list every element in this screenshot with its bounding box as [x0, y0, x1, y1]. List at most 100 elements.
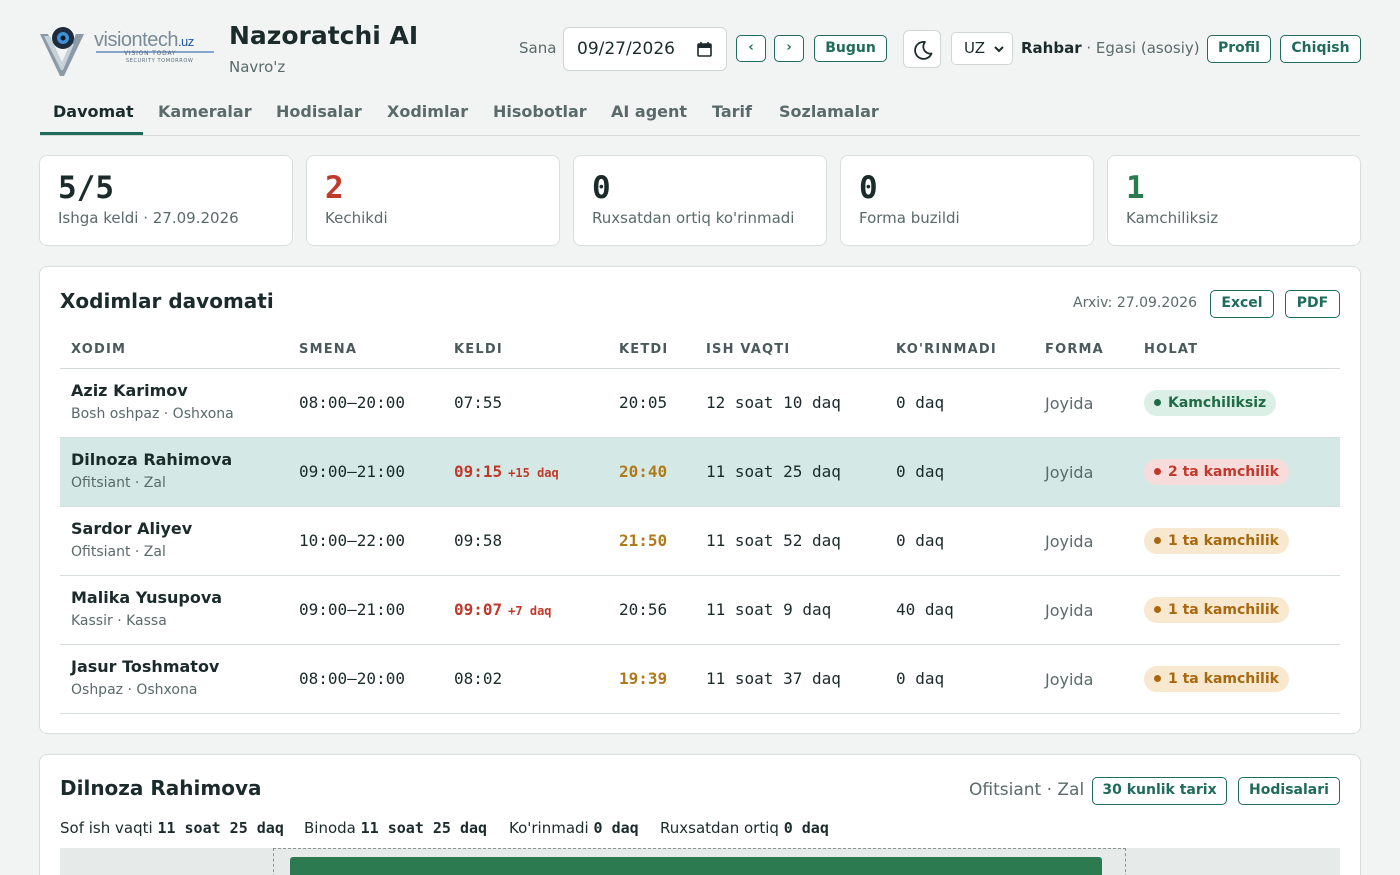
user-detail: · Egasi (asosiy)	[1081, 39, 1200, 57]
logout-button[interactable]: Chiqish	[1280, 35, 1361, 63]
shift-cell: 08:00–20:00	[299, 393, 405, 412]
shift-cell: 08:00–20:00	[299, 669, 405, 688]
presence-bar[interactable]	[290, 857, 1102, 875]
logo-tagline-1: VISION TODAY	[124, 50, 177, 57]
table-row[interactable]: Jasur Toshmatov Oshpaz · Oshxona 08:00–2…	[60, 645, 1340, 714]
employee-name: Dilnoza Rahimova	[71, 450, 233, 469]
today-button[interactable]: Bugun	[814, 35, 887, 62]
left-cell: 19:39	[619, 669, 668, 688]
theme-toggle-button[interactable]	[903, 30, 941, 68]
user-role: Rahbar	[1021, 39, 1082, 57]
column-header-work-time[interactable]: ISH VAQTI	[706, 342, 790, 357]
language-select[interactable]: UZ	[951, 32, 1013, 65]
stat-label: Kechikdi	[325, 209, 388, 227]
unseen-cell: 0 daq	[896, 462, 945, 481]
summary-net-work: Sof ish vaqti 11 soat 25 daq	[60, 819, 284, 837]
status-badge[interactable]: Kamchiliksiz	[1144, 390, 1277, 416]
column-header-status[interactable]: HOLAT	[1144, 342, 1198, 357]
status-badge[interactable]: 1 ta kamchilik	[1144, 597, 1289, 623]
status-badge[interactable]: 1 ta kamchilik	[1144, 528, 1289, 554]
main-tabs: Davomat Kameralar Hodisalar Xodimlar His…	[40, 92, 1360, 136]
employee-name: Malika Yusupova	[71, 588, 223, 607]
uniform-cell: Joyida	[1045, 601, 1094, 620]
moon-icon	[914, 41, 933, 60]
stat-label: Ruxsatdan ortiq ko'rinmadi	[592, 209, 795, 227]
table-row[interactable]: Sardor Aliyev Ofitsiant · Zal 10:00–22:0…	[60, 507, 1340, 576]
header: visiontech.uz VISION TODAY SECURITY TOMO…	[40, 20, 1361, 80]
uniform-cell: Joyida	[1045, 463, 1094, 482]
table-row-selected[interactable]: Dilnoza Rahimova Ofitsiant · Zal 09:00–2…	[60, 438, 1340, 507]
status-text: 1 ta kamchilik	[1168, 602, 1279, 618]
table-row[interactable]: Malika Yusupova Kassir · Kassa 09:00–21:…	[60, 576, 1340, 645]
column-header-arrived[interactable]: KELDI	[454, 342, 503, 357]
column-header-left[interactable]: KETDI	[619, 342, 668, 357]
tab-kameralar[interactable]: Kameralar	[158, 102, 252, 121]
status-text: 1 ta kamchilik	[1168, 533, 1279, 549]
column-header-uniform[interactable]: FORMA	[1045, 342, 1104, 357]
detail-employee-name: Dilnoza Rahimova	[60, 776, 262, 800]
employee-name: Aziz Karimov	[71, 381, 188, 400]
calendar-icon[interactable]	[697, 41, 712, 57]
summary-in-building: Binoda 11 soat 25 daq	[304, 819, 487, 837]
summary-value: 11 soat 25 daq	[360, 819, 488, 837]
history-30-days-button[interactable]: 30 kunlik tarix	[1092, 777, 1227, 805]
date-input[interactable]: 09/27/2026	[563, 27, 727, 71]
column-header-shift[interactable]: SMENA	[299, 342, 357, 357]
employee-role: Bosh oshpaz · Oshxona	[71, 406, 234, 422]
stat-label: Kamchiliksiz	[1126, 209, 1219, 227]
stat-card-present: 5/5 Ishga keldi · 27.09.2026	[39, 155, 293, 246]
tab-hodisalar[interactable]: Hodisalar	[276, 102, 362, 121]
tab-tarif[interactable]: Tarif	[712, 102, 752, 121]
date-value: 09/27/2026	[577, 39, 675, 59]
column-header-employee[interactable]: XODIM	[71, 342, 126, 357]
export-excel-button[interactable]: Excel	[1210, 290, 1274, 318]
uniform-cell: Joyida	[1045, 394, 1094, 413]
stat-card-unseen: 0 Ruxsatdan ortiq ko'rinmadi	[573, 155, 827, 246]
unseen-cell: 40 daq	[896, 600, 954, 619]
profile-button[interactable]: Profil	[1207, 35, 1271, 63]
summary-value: 0 daq	[593, 819, 639, 837]
arrived-time: 09:15	[454, 462, 503, 481]
archive-date: Arxiv: 27.09.2026	[1073, 295, 1197, 311]
table-row[interactable]: Aziz Karimov Bosh oshpaz · Oshxona 08:00…	[60, 369, 1340, 438]
prev-day-button[interactable]: ‹	[736, 35, 766, 62]
left-cell: 20:56	[619, 600, 668, 619]
events-button[interactable]: Hodisalari	[1238, 777, 1340, 805]
work-time-cell: 11 soat 52 daq	[706, 531, 841, 550]
arrived-cell: 09:07 +7 daq	[454, 600, 552, 619]
tab-sozlamalar[interactable]: Sozlamalar	[779, 102, 879, 121]
status-dot-icon	[1154, 606, 1161, 613]
visiontech-logo[interactable]: visiontech.uz VISION TODAY SECURITY TOMO…	[40, 24, 216, 76]
status-badge[interactable]: 2 ta kamchilik	[1144, 459, 1289, 485]
tab-xodimlar[interactable]: Xodimlar	[387, 102, 468, 121]
tab-hisobotlar[interactable]: Hisobotlar	[493, 102, 587, 121]
summary-label: Ruxsatdan ortiq	[660, 819, 779, 837]
left-cell: 21:50	[619, 531, 668, 550]
status-dot-icon	[1154, 399, 1161, 406]
status-text: Kamchiliksiz	[1168, 395, 1267, 411]
panel-title: Xodimlar davomati	[60, 289, 274, 313]
tab-ai-agent[interactable]: AI agent	[611, 102, 687, 121]
summary-over-limit: Ruxsatdan ortiq 0 daq	[660, 819, 829, 837]
unseen-cell: 0 daq	[896, 393, 945, 412]
employee-name: Jasur Toshmatov	[71, 657, 220, 676]
tab-davomat[interactable]: Davomat	[53, 102, 134, 121]
arrived-cell: 09:58	[454, 531, 503, 550]
summary-value: 11 soat 25 daq	[157, 819, 284, 837]
status-text: 1 ta kamchilik	[1168, 671, 1279, 687]
summary-unseen: Ko'rinmadi 0 daq	[509, 819, 639, 837]
employee-detail-panel: Dilnoza Rahimova Ofitsiant · Zal 30 kunl…	[39, 754, 1361, 875]
column-header-unseen[interactable]: KO'RINMADI	[896, 342, 997, 357]
next-day-button[interactable]: ›	[774, 35, 804, 62]
arrived-cell: 09:15 +15 daq	[454, 462, 559, 481]
business-name: Navro'z	[229, 58, 286, 76]
employee-role: Ofitsiant · Zal	[71, 475, 166, 491]
work-time-cell: 12 soat 10 daq	[706, 393, 841, 412]
status-badge[interactable]: 1 ta kamchilik	[1144, 666, 1289, 692]
employee-role: Oshpaz · Oshxona	[71, 682, 198, 698]
arrived-cell: 08:02	[454, 669, 503, 688]
stat-value: 0	[592, 170, 611, 206]
export-pdf-button[interactable]: PDF	[1285, 290, 1340, 318]
stat-card-uniform: 0 Forma buzildi	[840, 155, 1094, 246]
arrived-time: 09:07	[454, 600, 503, 619]
